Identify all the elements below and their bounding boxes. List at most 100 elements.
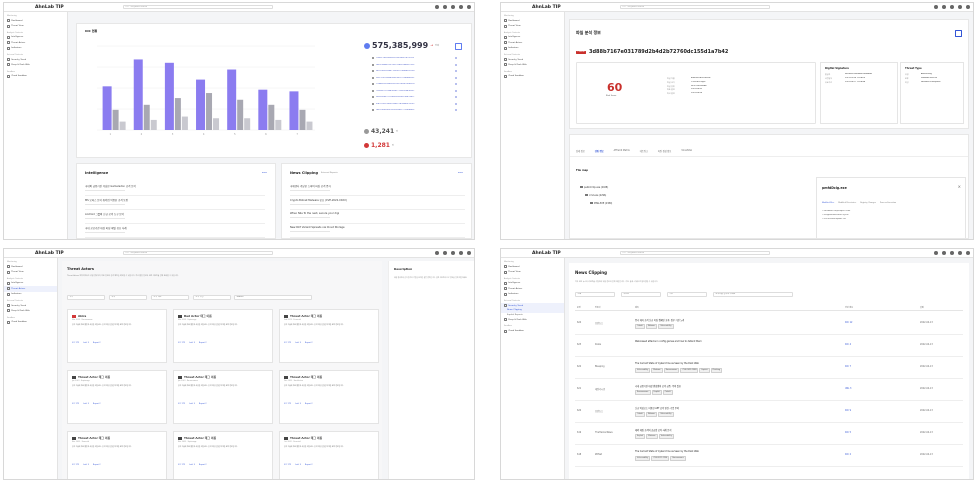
news-filter[interactable]: 기간 <box>667 292 707 297</box>
actor-link[interactable]: Report 2 <box>305 342 313 344</box>
actor-search-input[interactable]: Search <box>234 295 312 300</box>
actor-link[interactable]: Report 2 <box>305 403 313 405</box>
copy-icon[interactable] <box>455 102 457 105</box>
search-input[interactable]: IOC / Keyword Search <box>122 5 273 9</box>
table-row[interactable]: 622 Bleeping The Current State of Cybercri… <box>575 357 963 379</box>
nav-threat-view[interactable]: Threat View <box>4 269 57 274</box>
actor-link[interactable]: Report 2 <box>93 342 101 344</box>
bell-icon[interactable] <box>443 251 447 255</box>
actor-link[interactable]: Report 2 <box>199 342 207 344</box>
actor-link[interactable]: Intel 3 <box>83 342 89 344</box>
actor-link[interactable]: IOC 172 <box>72 342 79 344</box>
feed-item[interactable]: 국제행사 겨냥한 스피어 피싱 공격 증가 <box>290 182 465 196</box>
row-title[interactable]: 해외 해킹 조직의 공급망 공격 사례 분석 <box>635 428 835 432</box>
actor-link[interactable]: Report 2 <box>199 403 207 405</box>
tab-0[interactable]: 상세 정보 <box>576 149 585 153</box>
copy-icon[interactable] <box>455 70 457 73</box>
nav-cloud-sandbox[interactable]: Cloud Sandbox <box>4 320 57 325</box>
actor-card[interactable]: Threat Actor 태그 이름 Feb 2023 · Financial 공격… <box>279 309 379 363</box>
nav-threat-view[interactable]: Threat View <box>4 23 67 28</box>
actor-card[interactable]: Bad Actor 태그 이름 Mar 2023 · Espionage 공격 그룹… <box>173 309 273 363</box>
actor-link[interactable]: IOC 172 <box>284 342 291 344</box>
help-icon[interactable] <box>950 251 954 255</box>
search-input[interactable]: IOC / Keyword Search <box>619 5 770 9</box>
actor-filter-select[interactable]: 국가 <box>67 295 105 300</box>
nav-threat-view[interactable]: Threat View <box>501 269 564 274</box>
table-row[interactable]: 621 데일리시큐 국내 금융기관 대상 랜섬웨어 공격 급증, 주의 필요 Rans… <box>575 379 963 401</box>
actor-link[interactable]: Report 2 <box>93 464 101 466</box>
tab-2[interactable]: ATT&CK Matrix <box>614 149 630 153</box>
feed-item[interactable]: 국내외 금융기관 겨냥한 Gamaredon 공격 분석 <box>85 182 265 196</box>
row-title[interactable]: Web-based attacks in config games and ho… <box>635 340 835 343</box>
tree-node[interactable]: cmd.exe (2296) <box>580 191 780 199</box>
tree-node[interactable]: PING.EXE (2380) <box>580 199 780 207</box>
panel-tab[interactable]: Registry Changes <box>860 202 876 204</box>
nav-deep-dark-web[interactable]: Deep & Dark Web <box>501 317 564 322</box>
row-related[interactable]: IOC 5 <box>845 431 851 434</box>
menu-icon[interactable] <box>467 251 471 255</box>
nav-deep-dark-web[interactable]: Deep & Dark Web <box>501 62 564 67</box>
copy-icon[interactable] <box>455 63 457 66</box>
nav-cloud-sandbox[interactable]: Cloud Sandbox <box>501 328 564 333</box>
actor-link[interactable]: Intel 3 <box>83 464 89 466</box>
actor-link[interactable]: IOC 172 <box>178 464 185 466</box>
actor-filter-select[interactable]: 공격 유형 <box>193 295 231 300</box>
nav-cloud-sandbox[interactable]: Cloud Sandbox <box>501 74 564 79</box>
nav-threat-view[interactable]: Threat View <box>501 23 564 28</box>
table-row[interactable]: 624 보안뉴스 중국 해커 조직 신규 피싱 캠페인 포착, 정부 기관 노려 Co… <box>575 313 963 335</box>
nav-indicators[interactable]: Indicators <box>4 292 57 297</box>
tab-4[interactable]: 파일 생성 정보 <box>658 149 671 153</box>
feed-item[interactable]: When Nile To the next, secure your digi <box>290 210 465 224</box>
panel-tab[interactable]: Process Execution <box>880 202 896 204</box>
row-related[interactable]: IOC 9 <box>845 409 851 412</box>
actor-link[interactable]: Intel 3 <box>295 342 301 344</box>
copy-icon[interactable] <box>455 83 457 86</box>
actor-filter-select[interactable]: 목적 <box>109 295 147 300</box>
row-related[interactable]: IOC 2 <box>845 453 851 456</box>
actor-link[interactable]: Intel 3 <box>189 342 195 344</box>
actor-link[interactable]: Intel 3 <box>83 403 89 405</box>
user-icon[interactable] <box>958 5 962 9</box>
news-filter[interactable]: 전체 <box>575 292 615 297</box>
table-row[interactable]: 619 TheHackerNews 해외 해킹 조직의 공급망 공격 사례 분석 Ex… <box>575 423 963 445</box>
bell-icon[interactable] <box>942 5 946 9</box>
actor-link[interactable]: IOC 172 <box>72 403 79 405</box>
menu-icon[interactable] <box>966 251 970 255</box>
actor-link[interactable]: Intel 3 <box>295 403 301 405</box>
row-title[interactable]: 신규 악성코드 이용한 APT 공격 발견, 기업 주의 <box>635 406 835 410</box>
row-related[interactable]: IOC 7 <box>845 365 851 368</box>
row-related[interactable]: IOC 4 <box>845 343 851 346</box>
menu-icon[interactable] <box>467 5 471 9</box>
user-icon[interactable] <box>958 251 962 255</box>
row-related[interactable]: IOC 12 <box>845 321 852 324</box>
help-icon[interactable] <box>451 5 455 9</box>
bell-icon[interactable] <box>942 251 946 255</box>
copy-icon[interactable] <box>455 109 457 112</box>
export-icon[interactable] <box>955 30 962 37</box>
nav-indicators[interactable]: Indicators <box>4 46 67 51</box>
row-related[interactable]: URL 3 <box>845 387 851 390</box>
intelligence-more-link[interactable]: more <box>262 172 267 174</box>
copy-icon[interactable] <box>455 96 457 99</box>
actor-link[interactable]: IOC 172 <box>178 403 185 405</box>
row-title[interactable]: 중국 해커 조직 신규 피싱 캠페인 포착, 정부 기관 노려 <box>635 318 835 322</box>
actor-card[interactable]: Threat Actor 태그 이름 Jan 2023 · Ransomware 공… <box>173 370 273 424</box>
actor-link[interactable]: Intel 3 <box>189 464 195 466</box>
table-row[interactable]: 618 ZDNet The Current State of Cybercrime … <box>575 445 963 467</box>
user-icon[interactable] <box>459 251 463 255</box>
tab-5[interactable]: VirusTotal <box>681 149 692 153</box>
actor-link[interactable]: Report 2 <box>305 464 313 466</box>
table-row[interactable]: 620 보안뉴스 신규 악성코드 이용한 APT 공격 발견, 기업 주의 Cobal… <box>575 401 963 423</box>
news-filter[interactable]: 검색어를 입력해 주세요 <box>713 292 793 297</box>
menu-icon[interactable] <box>966 5 970 9</box>
actor-filter-select[interactable]: 공격 대상 <box>151 295 189 300</box>
actor-card[interactable]: Threat Actor 태그 이름 Dec 2022 · Hacktivism 공… <box>279 370 379 424</box>
settings-icon[interactable] <box>435 251 439 255</box>
search-input[interactable]: IOC / Keyword Search <box>122 251 273 255</box>
help-icon[interactable] <box>451 251 455 255</box>
nav-cloud-sandbox[interactable]: Cloud Sandbox <box>4 74 67 79</box>
nav-deep-dark-web[interactable]: Deep & Dark Web <box>4 308 57 313</box>
actor-card[interactable]: Akira Mar 2023 · Ransomware 공격 그룹의 주요 활동과 … <box>67 309 167 363</box>
tab-1[interactable]: 행위 정보 <box>595 149 604 153</box>
settings-icon[interactable] <box>934 251 938 255</box>
